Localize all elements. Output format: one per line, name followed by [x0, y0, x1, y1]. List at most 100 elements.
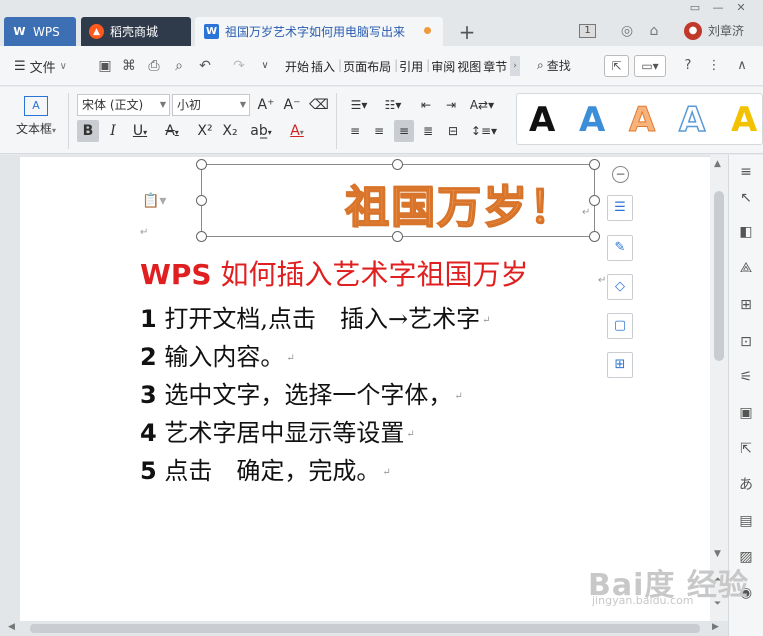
scroll-up-icon[interactable]: ▲ [714, 159, 721, 169]
style-icon[interactable]: ⟁ [737, 259, 755, 277]
align-right-icon[interactable]: ≡ [394, 120, 414, 142]
line-spacing-icon[interactable]: ↕≡▾ [470, 120, 498, 142]
undo-icon[interactable]: ↶ [196, 57, 214, 75]
superscript-button[interactable]: X² [195, 120, 215, 142]
art-style-black[interactable]: A [529, 98, 555, 142]
avatar[interactable]: ● [684, 22, 702, 40]
align-center-icon[interactable]: ≡ [370, 120, 388, 142]
tab-review[interactable]: 审阅 [431, 58, 455, 75]
clear-format-icon[interactable]: ⌫ [309, 94, 329, 116]
document-heading[interactable]: WPS 如何插入艺术字祖国万岁 [140, 253, 528, 293]
tab-wps[interactable]: W WPS [4, 17, 76, 46]
close-window-icon[interactable]: ✕ [728, 0, 754, 16]
font-size-select[interactable]: 小初 ▼ [172, 94, 250, 116]
resize-handle[interactable] [196, 195, 207, 206]
increase-font-icon[interactable]: A⁺ [256, 94, 276, 116]
art-style-blue[interactable]: A [579, 98, 605, 142]
save-icon[interactable]: ▣ [96, 57, 114, 75]
textbox-button[interactable]: A 文本框▾ [12, 96, 60, 146]
list-item[interactable]: 5 点击 确定，完成。 ↵ [140, 451, 391, 486]
new-tab-button[interactable]: + [455, 17, 479, 46]
scroll-left-icon[interactable]: ◀ [8, 622, 15, 632]
search-button[interactable]: ⌕ 查找 [537, 57, 571, 74]
tab-store[interactable]: ▲ 稻壳商城 [81, 17, 191, 46]
bullet-list-icon[interactable]: ☰▾ [346, 94, 372, 116]
scroll-right-icon[interactable]: ▶ [712, 622, 719, 632]
cursor-icon[interactable]: ↖ [737, 189, 755, 207]
tab-view[interactable]: 视图 [457, 58, 481, 75]
menu-more-button[interactable]: › [510, 56, 520, 76]
resize-handle[interactable] [589, 231, 600, 242]
increase-indent-icon[interactable]: ⇥ [441, 94, 461, 116]
collapse-ribbon-icon[interactable]: ∧ [732, 57, 752, 75]
list-item[interactable]: 4 艺术字居中显示等设置 ↵ [140, 413, 415, 448]
list-item[interactable]: 3 选中文字，选择一个字体， ↵ [140, 375, 463, 410]
justify-icon[interactable]: ≣ [419, 120, 437, 142]
tab-document[interactable]: W 祖国万岁艺术字如何用电脑写出来 [195, 17, 443, 46]
settings-sliders-icon[interactable]: ⚟ [737, 368, 755, 386]
horizontal-scrollbar[interactable]: ◀ ▶ [0, 621, 728, 636]
distribute-icon[interactable]: ⊟ [443, 120, 463, 142]
bold-button[interactable]: B [77, 120, 99, 142]
underline-button[interactable]: U▾ [128, 120, 152, 142]
align-left-icon[interactable]: ≡ [346, 120, 364, 142]
apps-icon[interactable]: ⊡ [737, 333, 755, 351]
vertical-scroll-thumb[interactable] [714, 191, 724, 361]
file-menu[interactable]: ☰ 文件 ∨ [14, 57, 67, 76]
art-style-orange[interactable]: A [628, 98, 655, 142]
tab-home[interactable]: 开始 [285, 58, 309, 75]
font-name-select[interactable]: 宋体 (正文) ▼ [77, 94, 170, 116]
art-style-outline[interactable]: A [678, 98, 706, 142]
table-icon[interactable]: ⊞ [737, 296, 755, 314]
shirt-icon[interactable]: ⌂ [645, 22, 663, 40]
translate-icon[interactable]: あ [737, 476, 755, 494]
tab-chapter[interactable]: 章节 [483, 58, 507, 75]
decrease-font-icon[interactable]: A⁻ [282, 94, 302, 116]
pen-icon[interactable]: ✎ [607, 235, 633, 261]
username[interactable]: 刘章济 [708, 22, 744, 39]
font-color-button[interactable]: A▾ [284, 120, 310, 142]
tab-page-layout[interactable]: 页面布局 [343, 58, 391, 75]
redo-icon[interactable]: ↷ [230, 57, 248, 75]
resize-handle[interactable] [196, 159, 207, 170]
resize-handle[interactable] [589, 159, 600, 170]
italic-button[interactable]: I [104, 120, 122, 142]
resize-handle[interactable] [392, 159, 403, 170]
resize-handle[interactable] [196, 231, 207, 242]
quick-access-more-icon[interactable]: ∨ [256, 57, 274, 75]
numbered-list-icon[interactable]: ☷▾ [380, 94, 406, 116]
window-count-badge[interactable]: 1 [579, 24, 596, 38]
comment-button[interactable]: ▭▾ [634, 55, 666, 77]
archive-icon[interactable]: ▤ [737, 512, 755, 530]
shapes-icon[interactable]: ◧ [737, 223, 755, 241]
document-page[interactable]: 📋▾ ↵ 祖国万岁！ ↵ − ☰ ✎ ◇ ▢ ⊞ WPS 如何插入艺术字祖国万岁… [20, 157, 720, 621]
tab-references[interactable]: 引用 [399, 58, 423, 75]
share-button[interactable]: ⇱ [604, 55, 629, 77]
help-icon[interactable]: ? [678, 57, 698, 75]
more-options-icon[interactable]: ⋮ [704, 57, 724, 75]
subscript-button[interactable]: X₂ [220, 120, 240, 142]
strikethrough-button[interactable]: A▾ [160, 120, 184, 142]
tab-insert[interactable]: 插入 [311, 58, 335, 75]
format-painter-icon[interactable]: ⌘ [120, 57, 138, 75]
list-item[interactable]: 2 输入内容。 ↵ [140, 337, 295, 372]
shape-effects-icon[interactable]: ⊞ [607, 352, 633, 378]
wordart-text[interactable]: 祖国万岁！ [344, 171, 575, 235]
text-direction-icon[interactable]: A⇄▾ [468, 94, 496, 116]
paste-options-icon[interactable]: 📋▾ [142, 193, 166, 209]
print-preview-icon[interactable]: ⌕ [170, 57, 188, 75]
phonetic-guide-button[interactable]: ab̲▾ [248, 120, 274, 142]
decrease-indent-icon[interactable]: ⇤ [416, 94, 436, 116]
menu-lines-icon[interactable]: ≡ [737, 163, 755, 181]
picture-icon[interactable]: ▣ [737, 404, 755, 422]
skin-icon[interactable]: ◎ [618, 22, 636, 40]
art-style-yellow[interactable]: A [731, 98, 757, 142]
scroll-down-icon[interactable]: ▼ [714, 549, 721, 559]
fill-icon[interactable]: ◇ [607, 274, 633, 300]
resize-handle[interactable] [589, 195, 600, 206]
collapse-tools-button[interactable]: − [612, 166, 629, 183]
outline-icon[interactable]: ▢ [607, 313, 633, 339]
vertical-scrollbar[interactable]: ▲ ▼ ⏶ ⏷ [710, 155, 728, 621]
share-out-icon[interactable]: ⇱ [737, 440, 755, 458]
print-icon[interactable]: ⎙ [145, 57, 163, 75]
